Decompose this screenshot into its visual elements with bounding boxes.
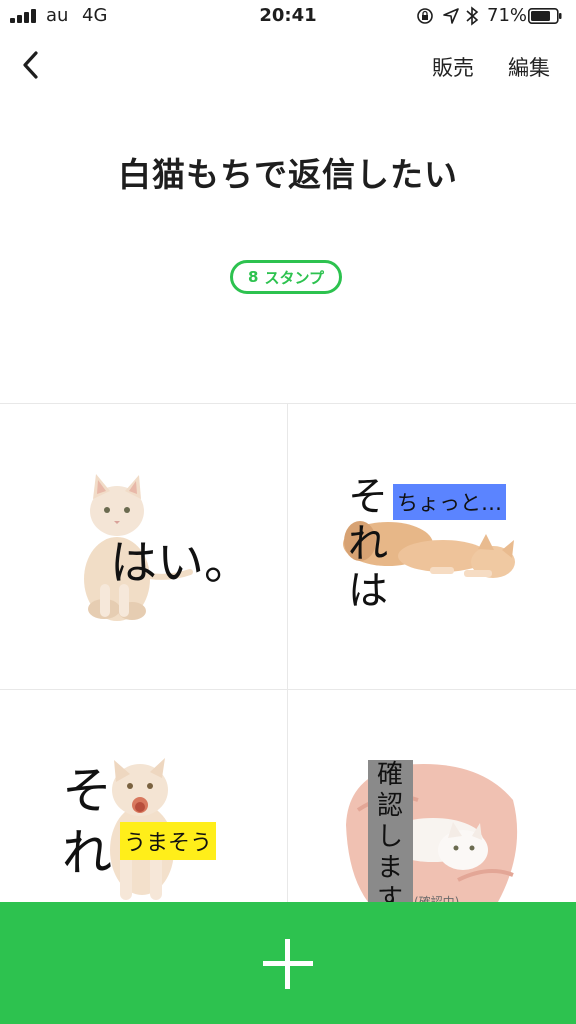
location-icon [443,8,459,24]
chevron-left-icon [23,51,38,79]
battery-icon [528,8,562,24]
stamp-count-badge[interactable]: 8 スタンプ [230,260,342,294]
stamp-cell[interactable]: はい。 [0,404,286,689]
edit-button[interactable]: 編集 [508,52,550,82]
sell-button[interactable]: 販売 [432,52,474,82]
sticker-set-title: 白猫もちで返信したい [118,155,458,194]
cat-photo [110,758,174,900]
stamp-label: うまそう [120,822,217,860]
back-button[interactable] [14,48,46,82]
stamp-count-number: 8 [248,268,259,286]
stamp-label: ちょっと… [393,484,506,520]
stamp-text: それは [348,474,388,614]
battery-percent: 71% [487,5,528,26]
cat-photo [343,521,515,578]
stamp-cell[interactable]: それは ちょっと… [288,404,574,689]
bluetooth-icon [466,6,479,26]
cat-photo [346,764,518,902]
stamp-text: はい。 [110,536,251,591]
stamp-caption: (確認中) [414,895,460,902]
stamp-cell[interactable]: それ うまそう [0,690,286,902]
stamp-label-text: 確認します [377,760,404,902]
add-stamp-button[interactable] [0,902,576,1024]
stamp-count-label: スタンプ [264,268,324,287]
status-bar: au 4G 20:41 71% [0,0,576,32]
lock-rotation-icon [417,8,433,24]
stamp-cell[interactable]: 確認します (確認中) [288,690,574,902]
stamp-text: それ [62,762,112,882]
